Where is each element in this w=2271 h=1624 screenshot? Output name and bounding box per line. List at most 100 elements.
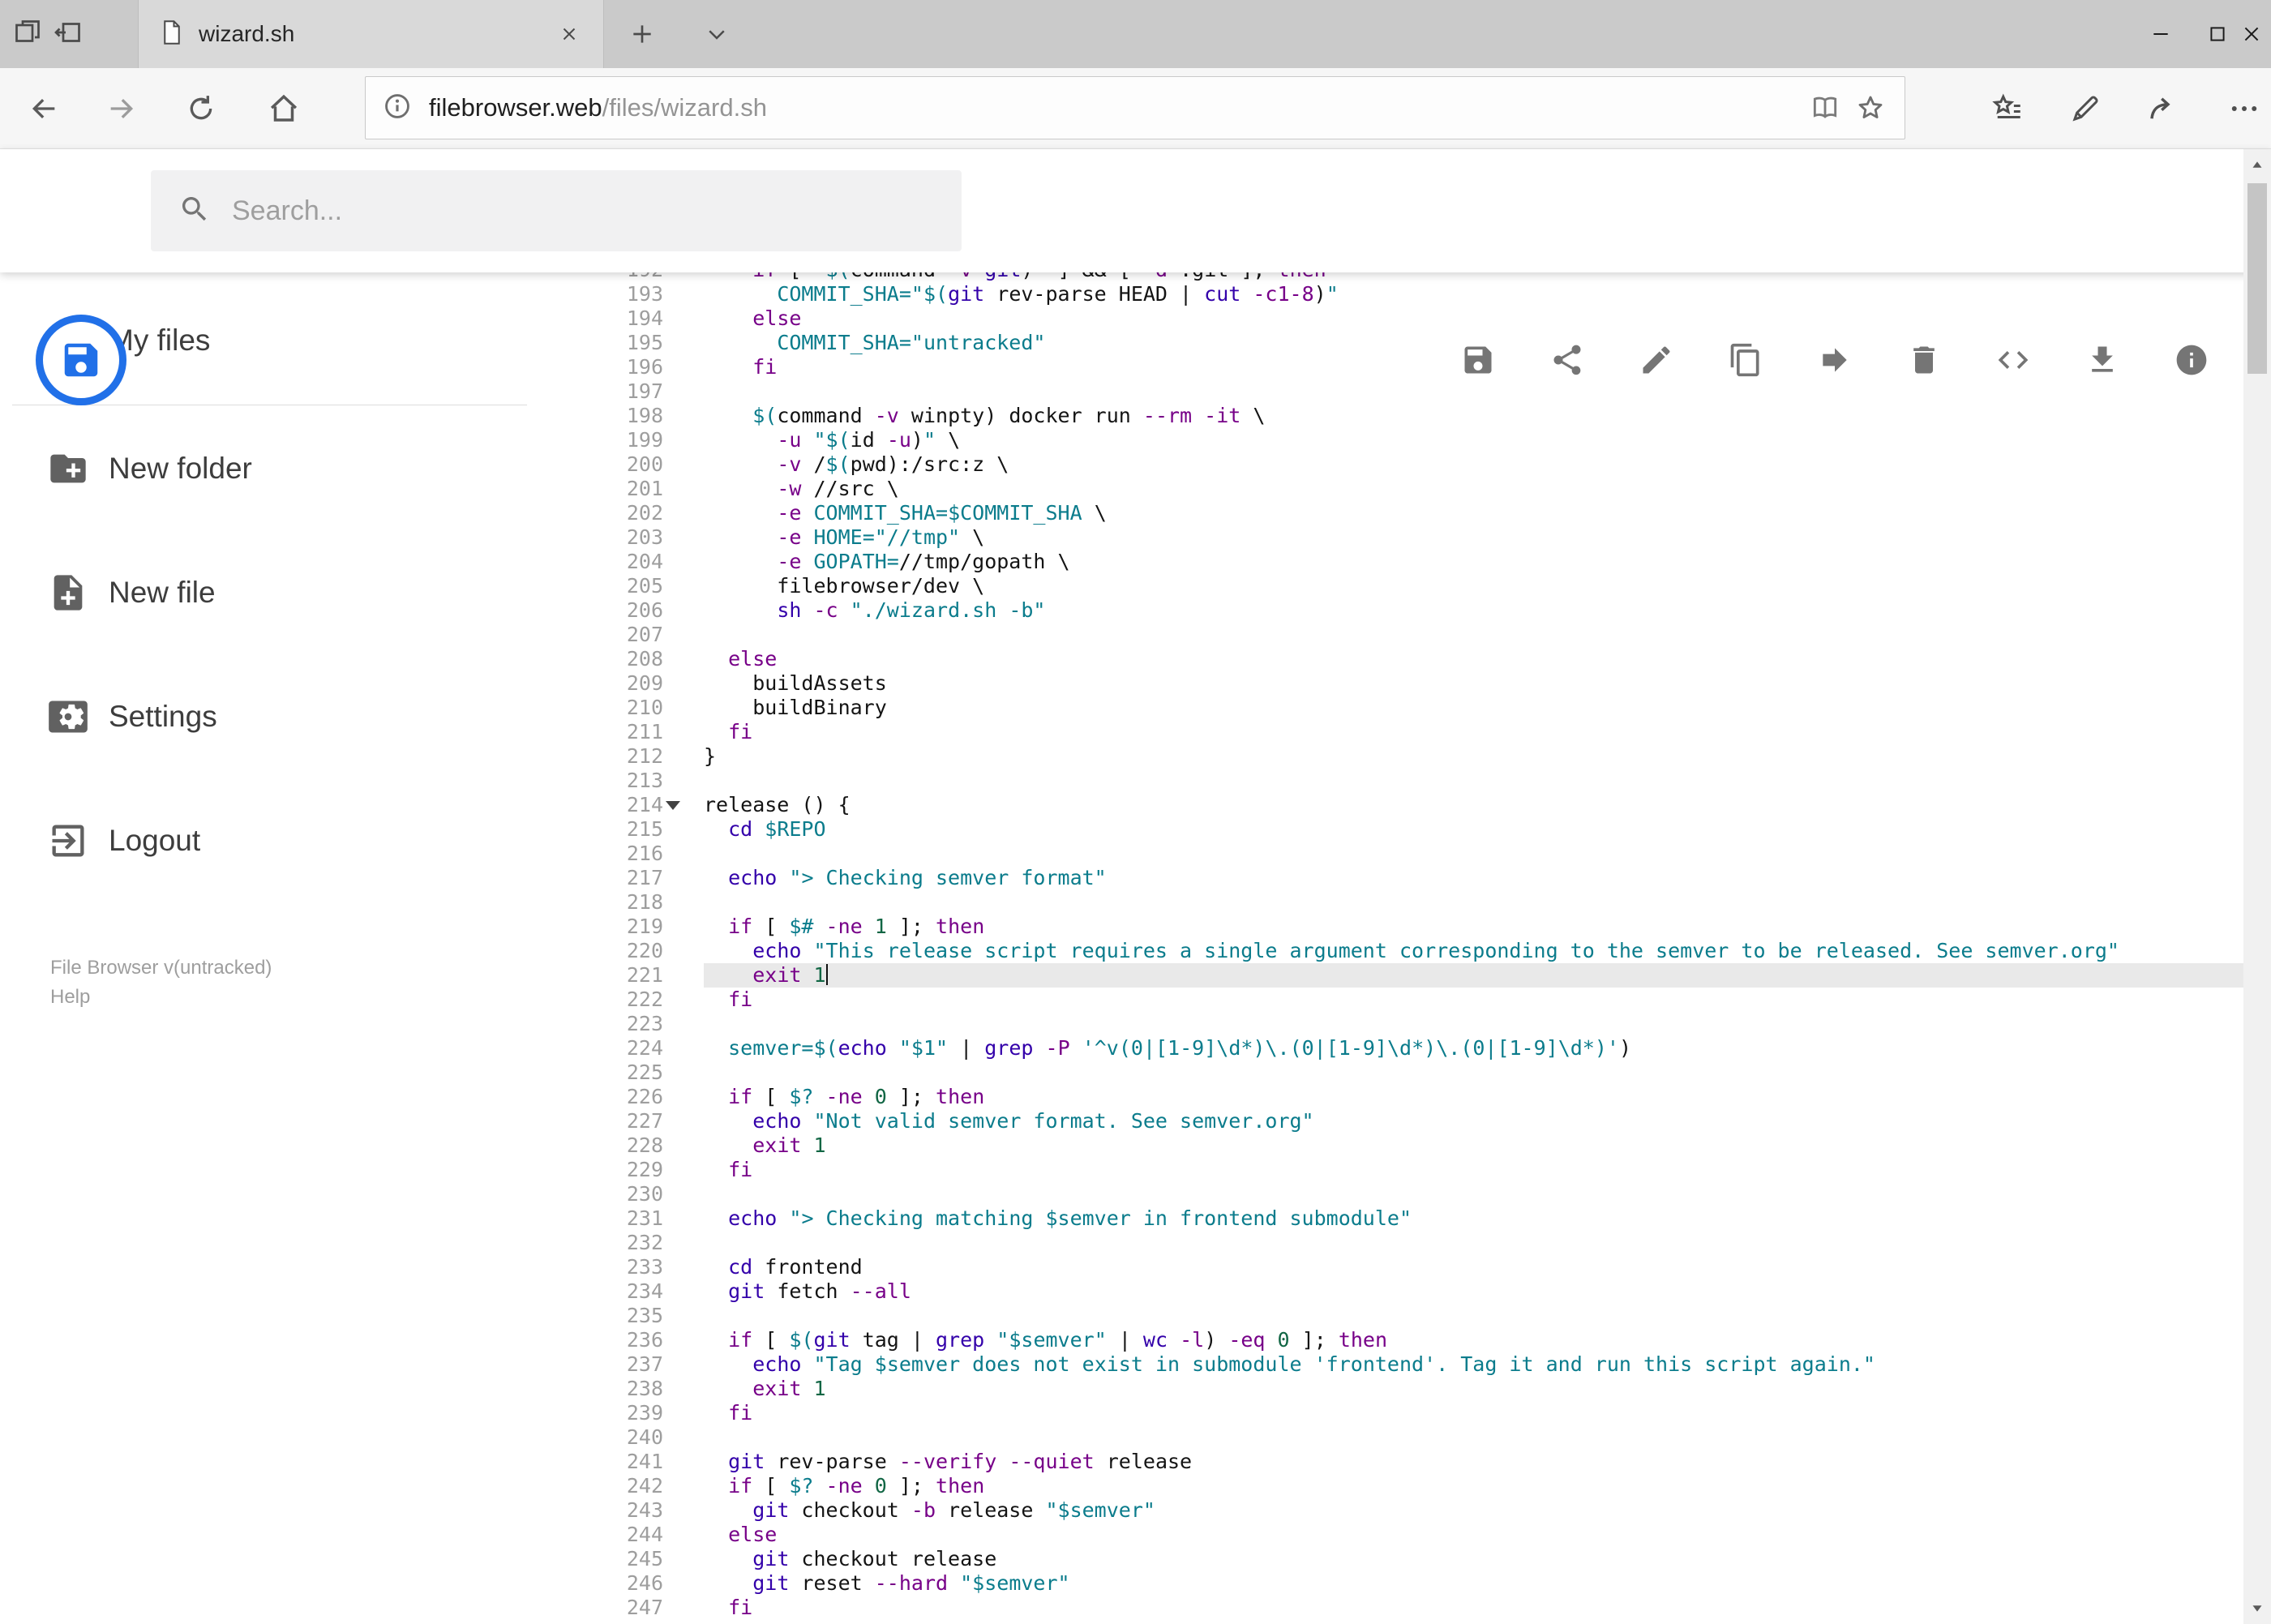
code-text[interactable]: sh -c "./wizard.sh -b" bbox=[704, 598, 2243, 623]
sidebar-item-new-file[interactable]: New file bbox=[0, 552, 580, 633]
code-line-242[interactable]: 242 if [ $? -ne 0 ]; then bbox=[580, 1474, 2243, 1498]
code-line-194[interactable]: 194 else bbox=[580, 306, 2243, 331]
code-text[interactable]: fi bbox=[704, 1401, 2243, 1425]
code-text[interactable]: semver=$(echo "$1" | grep -P '^v(0|[1-9]… bbox=[704, 1036, 2243, 1061]
refresh-button[interactable] bbox=[175, 83, 227, 135]
code-line-227[interactable]: 227 echo "Not valid semver format. See s… bbox=[580, 1109, 2243, 1133]
fold-arrow-icon[interactable] bbox=[666, 801, 680, 810]
copy-button[interactable] bbox=[1728, 342, 1763, 378]
search-bar[interactable] bbox=[151, 170, 962, 251]
code-text[interactable] bbox=[704, 1304, 2243, 1328]
save-button[interactable] bbox=[1460, 342, 1496, 378]
forward-button[interactable] bbox=[96, 83, 148, 135]
code-text[interactable]: git reset --hard "$semver" bbox=[704, 1571, 2243, 1596]
code-line-236[interactable]: 236 if [ $(git tag | grep "$semver" | wc… bbox=[580, 1328, 2243, 1352]
code-text[interactable]: echo "> Checking matching $semver in fro… bbox=[704, 1206, 2243, 1231]
code-line-223[interactable]: 223 bbox=[580, 1012, 2243, 1036]
code-text[interactable]: -u "$(id -u)" \ bbox=[704, 428, 2243, 452]
code-text[interactable] bbox=[704, 842, 2243, 866]
tab-preview-button[interactable] bbox=[10, 16, 45, 52]
code-line-218[interactable]: 218 bbox=[580, 890, 2243, 915]
code-text[interactable]: git checkout -b release "$semver" bbox=[704, 1498, 2243, 1523]
move-button[interactable] bbox=[1817, 342, 1853, 378]
code-line-226[interactable]: 226 if [ $? -ne 0 ]; then bbox=[580, 1085, 2243, 1109]
code-text[interactable]: filebrowser/dev \ bbox=[704, 574, 2243, 598]
code-line-225[interactable]: 225 bbox=[580, 1061, 2243, 1085]
code-text[interactable]: $(command -v winpty) docker run --rm -it… bbox=[704, 404, 2243, 428]
code-line-243[interactable]: 243 git checkout -b release "$semver" bbox=[580, 1498, 2243, 1523]
code-text[interactable] bbox=[704, 769, 2243, 793]
code-line-210[interactable]: 210 buildBinary bbox=[580, 696, 2243, 720]
code-text[interactable]: echo "Tag $semver does not exist in subm… bbox=[704, 1352, 2243, 1377]
code-text[interactable] bbox=[704, 1425, 2243, 1450]
code-line-219[interactable]: 219 if [ $# -ne 1 ]; then bbox=[580, 915, 2243, 939]
code-text[interactable] bbox=[704, 623, 2243, 647]
code-text[interactable]: fi bbox=[704, 1596, 2243, 1620]
code-line-208[interactable]: 208 else bbox=[580, 647, 2243, 671]
code-text[interactable] bbox=[704, 890, 2243, 915]
site-info-icon[interactable] bbox=[382, 91, 413, 126]
address-bar[interactable]: filebrowser.web/files/wizard.sh bbox=[365, 76, 1905, 139]
code-line-244[interactable]: 244 else bbox=[580, 1523, 2243, 1547]
scrollbar-thumb[interactable] bbox=[2247, 183, 2267, 374]
share-button[interactable] bbox=[2137, 83, 2189, 135]
code-line-200[interactable]: 200 -v /$(pwd):/src:z \ bbox=[580, 452, 2243, 477]
code-line-193[interactable]: 193 COMMIT_SHA="$(git rev-parse HEAD | c… bbox=[580, 282, 2243, 306]
code-line-231[interactable]: 231 echo "> Checking matching $semver in… bbox=[580, 1206, 2243, 1231]
code-text[interactable]: cd frontend bbox=[704, 1255, 2243, 1279]
window-minimize-button[interactable] bbox=[2134, 0, 2187, 68]
code-text[interactable]: echo "This release script requires a sin… bbox=[704, 939, 2243, 963]
code-text[interactable]: if [ $# -ne 1 ]; then bbox=[704, 915, 2243, 939]
add-favorite-button[interactable] bbox=[1848, 85, 1893, 131]
code-line-205[interactable]: 205 filebrowser/dev \ bbox=[580, 574, 2243, 598]
window-close-button[interactable] bbox=[2231, 0, 2271, 68]
code-text[interactable] bbox=[704, 1061, 2243, 1085]
code-text[interactable]: else bbox=[704, 647, 2243, 671]
browser-tab[interactable]: wizard.sh bbox=[138, 0, 604, 68]
search-input[interactable] bbox=[232, 195, 962, 227]
code-line-216[interactable]: 216 bbox=[580, 842, 2243, 866]
code-line-206[interactable]: 206 sh -c "./wizard.sh -b" bbox=[580, 598, 2243, 623]
code-line-230[interactable]: 230 bbox=[580, 1182, 2243, 1206]
code-line-224[interactable]: 224 semver=$(echo "$1" | grep -P '^v(0|[… bbox=[580, 1036, 2243, 1061]
code-line-232[interactable]: 232 bbox=[580, 1231, 2243, 1255]
code-text[interactable]: -v /$(pwd):/src:z \ bbox=[704, 452, 2243, 477]
code-line-220[interactable]: 220 echo "This release script requires a… bbox=[580, 939, 2243, 963]
code-line-213[interactable]: 213 bbox=[580, 769, 2243, 793]
code-text[interactable]: -e COMMIT_SHA=$COMMIT_SHA \ bbox=[704, 501, 2243, 525]
code-text[interactable]: fi bbox=[704, 988, 2243, 1012]
scroll-up-arrow[interactable] bbox=[2243, 151, 2271, 180]
app-logo[interactable] bbox=[36, 315, 126, 405]
code-text[interactable] bbox=[704, 1182, 2243, 1206]
code-line-234[interactable]: 234 git fetch --all bbox=[580, 1279, 2243, 1304]
code-text[interactable]: buildAssets bbox=[704, 671, 2243, 696]
code-text[interactable]: echo "Not valid semver format. See semve… bbox=[704, 1109, 2243, 1133]
code-text[interactable]: fi bbox=[704, 1158, 2243, 1182]
code-editor[interactable]: 192 if [ "$(command -v git)" ] && [ -d .… bbox=[580, 272, 2243, 1624]
reading-view-button[interactable] bbox=[1802, 85, 1848, 131]
scroll-down-arrow[interactable] bbox=[2243, 1593, 2271, 1622]
code-line-212[interactable]: 212} bbox=[580, 744, 2243, 769]
code-line-197[interactable]: 197 bbox=[580, 379, 2243, 404]
code-text[interactable]: git checkout release bbox=[704, 1547, 2243, 1571]
code-text[interactable] bbox=[704, 1231, 2243, 1255]
code-text[interactable]: if [ $? -ne 0 ]; then bbox=[704, 1474, 2243, 1498]
code-line-203[interactable]: 203 -e HOME="//tmp" \ bbox=[580, 525, 2243, 550]
code-line-237[interactable]: 237 echo "Tag $semver does not exist in … bbox=[580, 1352, 2243, 1377]
code-text[interactable]: } bbox=[704, 744, 2243, 769]
code-line-192[interactable]: 192 if [ "$(command -v git)" ] && [ -d .… bbox=[580, 272, 2243, 282]
code-text[interactable]: if [ $(git tag | grep "$semver" | wc -l)… bbox=[704, 1328, 2243, 1352]
code-text[interactable]: exit 1 bbox=[704, 963, 2243, 988]
code-text[interactable] bbox=[704, 1012, 2243, 1036]
code-line-211[interactable]: 211 fi bbox=[580, 720, 2243, 744]
code-text[interactable] bbox=[704, 379, 2243, 404]
code-line-221[interactable]: 221 exit 1 bbox=[580, 963, 2243, 988]
hub-button[interactable] bbox=[1982, 83, 2033, 135]
code-text[interactable]: fi bbox=[704, 720, 2243, 744]
code-line-245[interactable]: 245 git checkout release bbox=[580, 1547, 2243, 1571]
code-line-198[interactable]: 198 $(command -v winpty) docker run --rm… bbox=[580, 404, 2243, 428]
code-text[interactable]: echo "> Checking semver format" bbox=[704, 866, 2243, 890]
code-line-247[interactable]: 247 fi bbox=[580, 1596, 2243, 1620]
code-text[interactable]: -w //src \ bbox=[704, 477, 2243, 501]
download-button[interactable] bbox=[2085, 342, 2120, 378]
